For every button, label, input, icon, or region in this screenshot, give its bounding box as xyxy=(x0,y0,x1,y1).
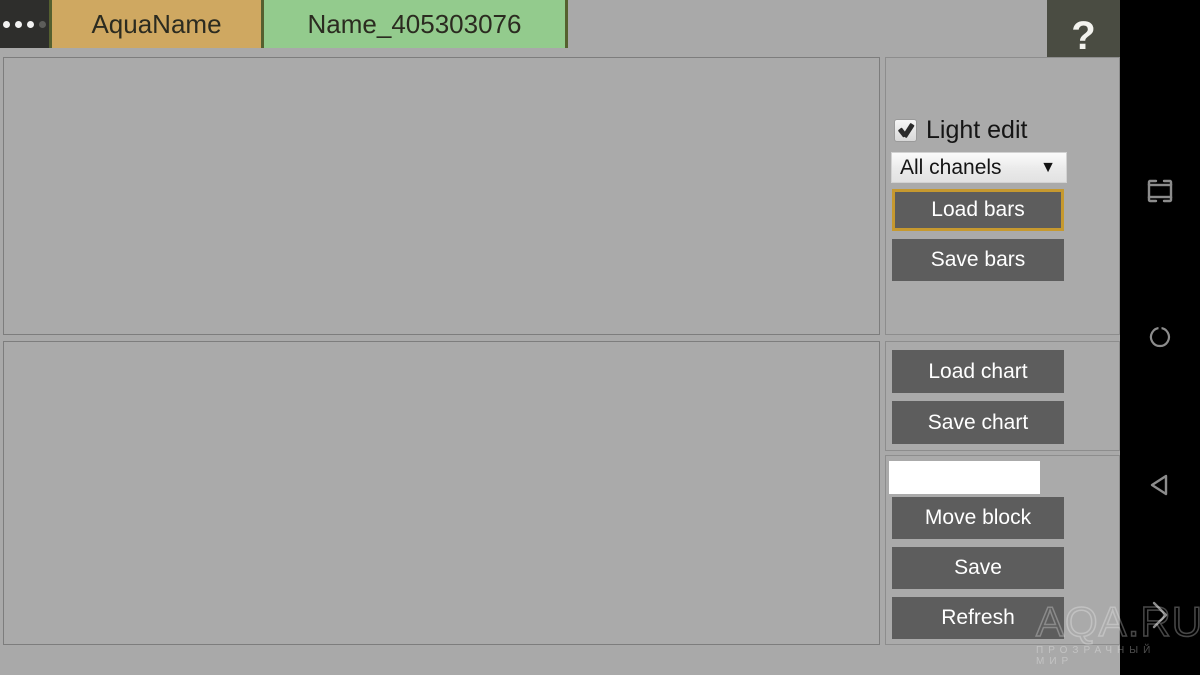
bars-editor-canvas[interactable] xyxy=(3,57,880,335)
refresh-label: Refresh xyxy=(941,606,1015,629)
expand-button[interactable] xyxy=(1120,592,1200,638)
save-chart-label: Save chart xyxy=(927,410,1029,434)
home-button[interactable] xyxy=(1120,314,1200,360)
channel-select-value: All chanels xyxy=(900,155,1002,179)
tab-name-405303076-label: Name_405303076 xyxy=(307,8,522,39)
overflow-dot-icon xyxy=(15,20,22,28)
chevron-down-icon: ▼ xyxy=(1040,158,1056,176)
question-mark-icon: ? xyxy=(1071,14,1096,58)
move-block-label: Move block xyxy=(924,506,1032,529)
checkmark-icon xyxy=(898,123,913,138)
overflow-dot-icon xyxy=(27,20,34,28)
home-circle-icon xyxy=(1149,326,1171,348)
move-block-button[interactable]: Move block xyxy=(892,497,1064,539)
back-triangle-icon xyxy=(1150,474,1168,496)
title-bar: AquaName Name_405303076 xyxy=(0,0,1120,48)
tab-aquaname-label: AquaName xyxy=(91,8,222,39)
save-chart-button[interactable]: Save chart xyxy=(892,401,1064,444)
load-bars-label: Load bars xyxy=(931,198,1025,221)
recents-button[interactable] xyxy=(1120,168,1200,214)
block-name-input[interactable] xyxy=(889,461,1040,494)
load-chart-label: Load chart xyxy=(928,359,1028,383)
overflow-dot-icon xyxy=(39,20,46,28)
recents-square-icon xyxy=(1147,179,1173,203)
chevron-right-icon xyxy=(1152,601,1168,629)
load-chart-button[interactable]: Load chart xyxy=(892,350,1064,393)
save-label: Save xyxy=(954,556,1002,579)
app-screen: AquaName Name_405303076 ? Light edit All… xyxy=(0,0,1200,675)
save-bars-label: Save bars xyxy=(930,248,1026,271)
block-controls-panel: Move block Save Refresh xyxy=(885,455,1120,645)
system-navigation-bar xyxy=(1120,0,1200,675)
light-edit-checkbox[interactable] xyxy=(894,119,917,142)
load-bars-button[interactable]: Load bars xyxy=(892,189,1064,231)
save-bars-button[interactable]: Save bars xyxy=(892,239,1064,281)
light-edit-label: Light edit xyxy=(926,116,1028,144)
light-edit-row[interactable]: Light edit xyxy=(894,118,1027,143)
save-button[interactable]: Save xyxy=(892,547,1064,589)
chart-canvas[interactable] xyxy=(3,341,880,645)
overflow-menu-button[interactable] xyxy=(0,0,52,48)
overflow-dot-icon xyxy=(3,20,10,28)
tab-aquaname[interactable]: AquaName xyxy=(52,0,264,48)
bars-controls-panel: Light edit All chanels ▼ Load bars Save … xyxy=(885,57,1120,335)
channel-select[interactable]: All chanels ▼ xyxy=(891,152,1067,183)
refresh-button[interactable]: Refresh xyxy=(892,597,1064,639)
tab-name-405303076[interactable]: Name_405303076 xyxy=(264,0,568,48)
back-button[interactable] xyxy=(1120,462,1200,508)
chart-controls-panel: Load chart Save chart xyxy=(885,341,1120,451)
